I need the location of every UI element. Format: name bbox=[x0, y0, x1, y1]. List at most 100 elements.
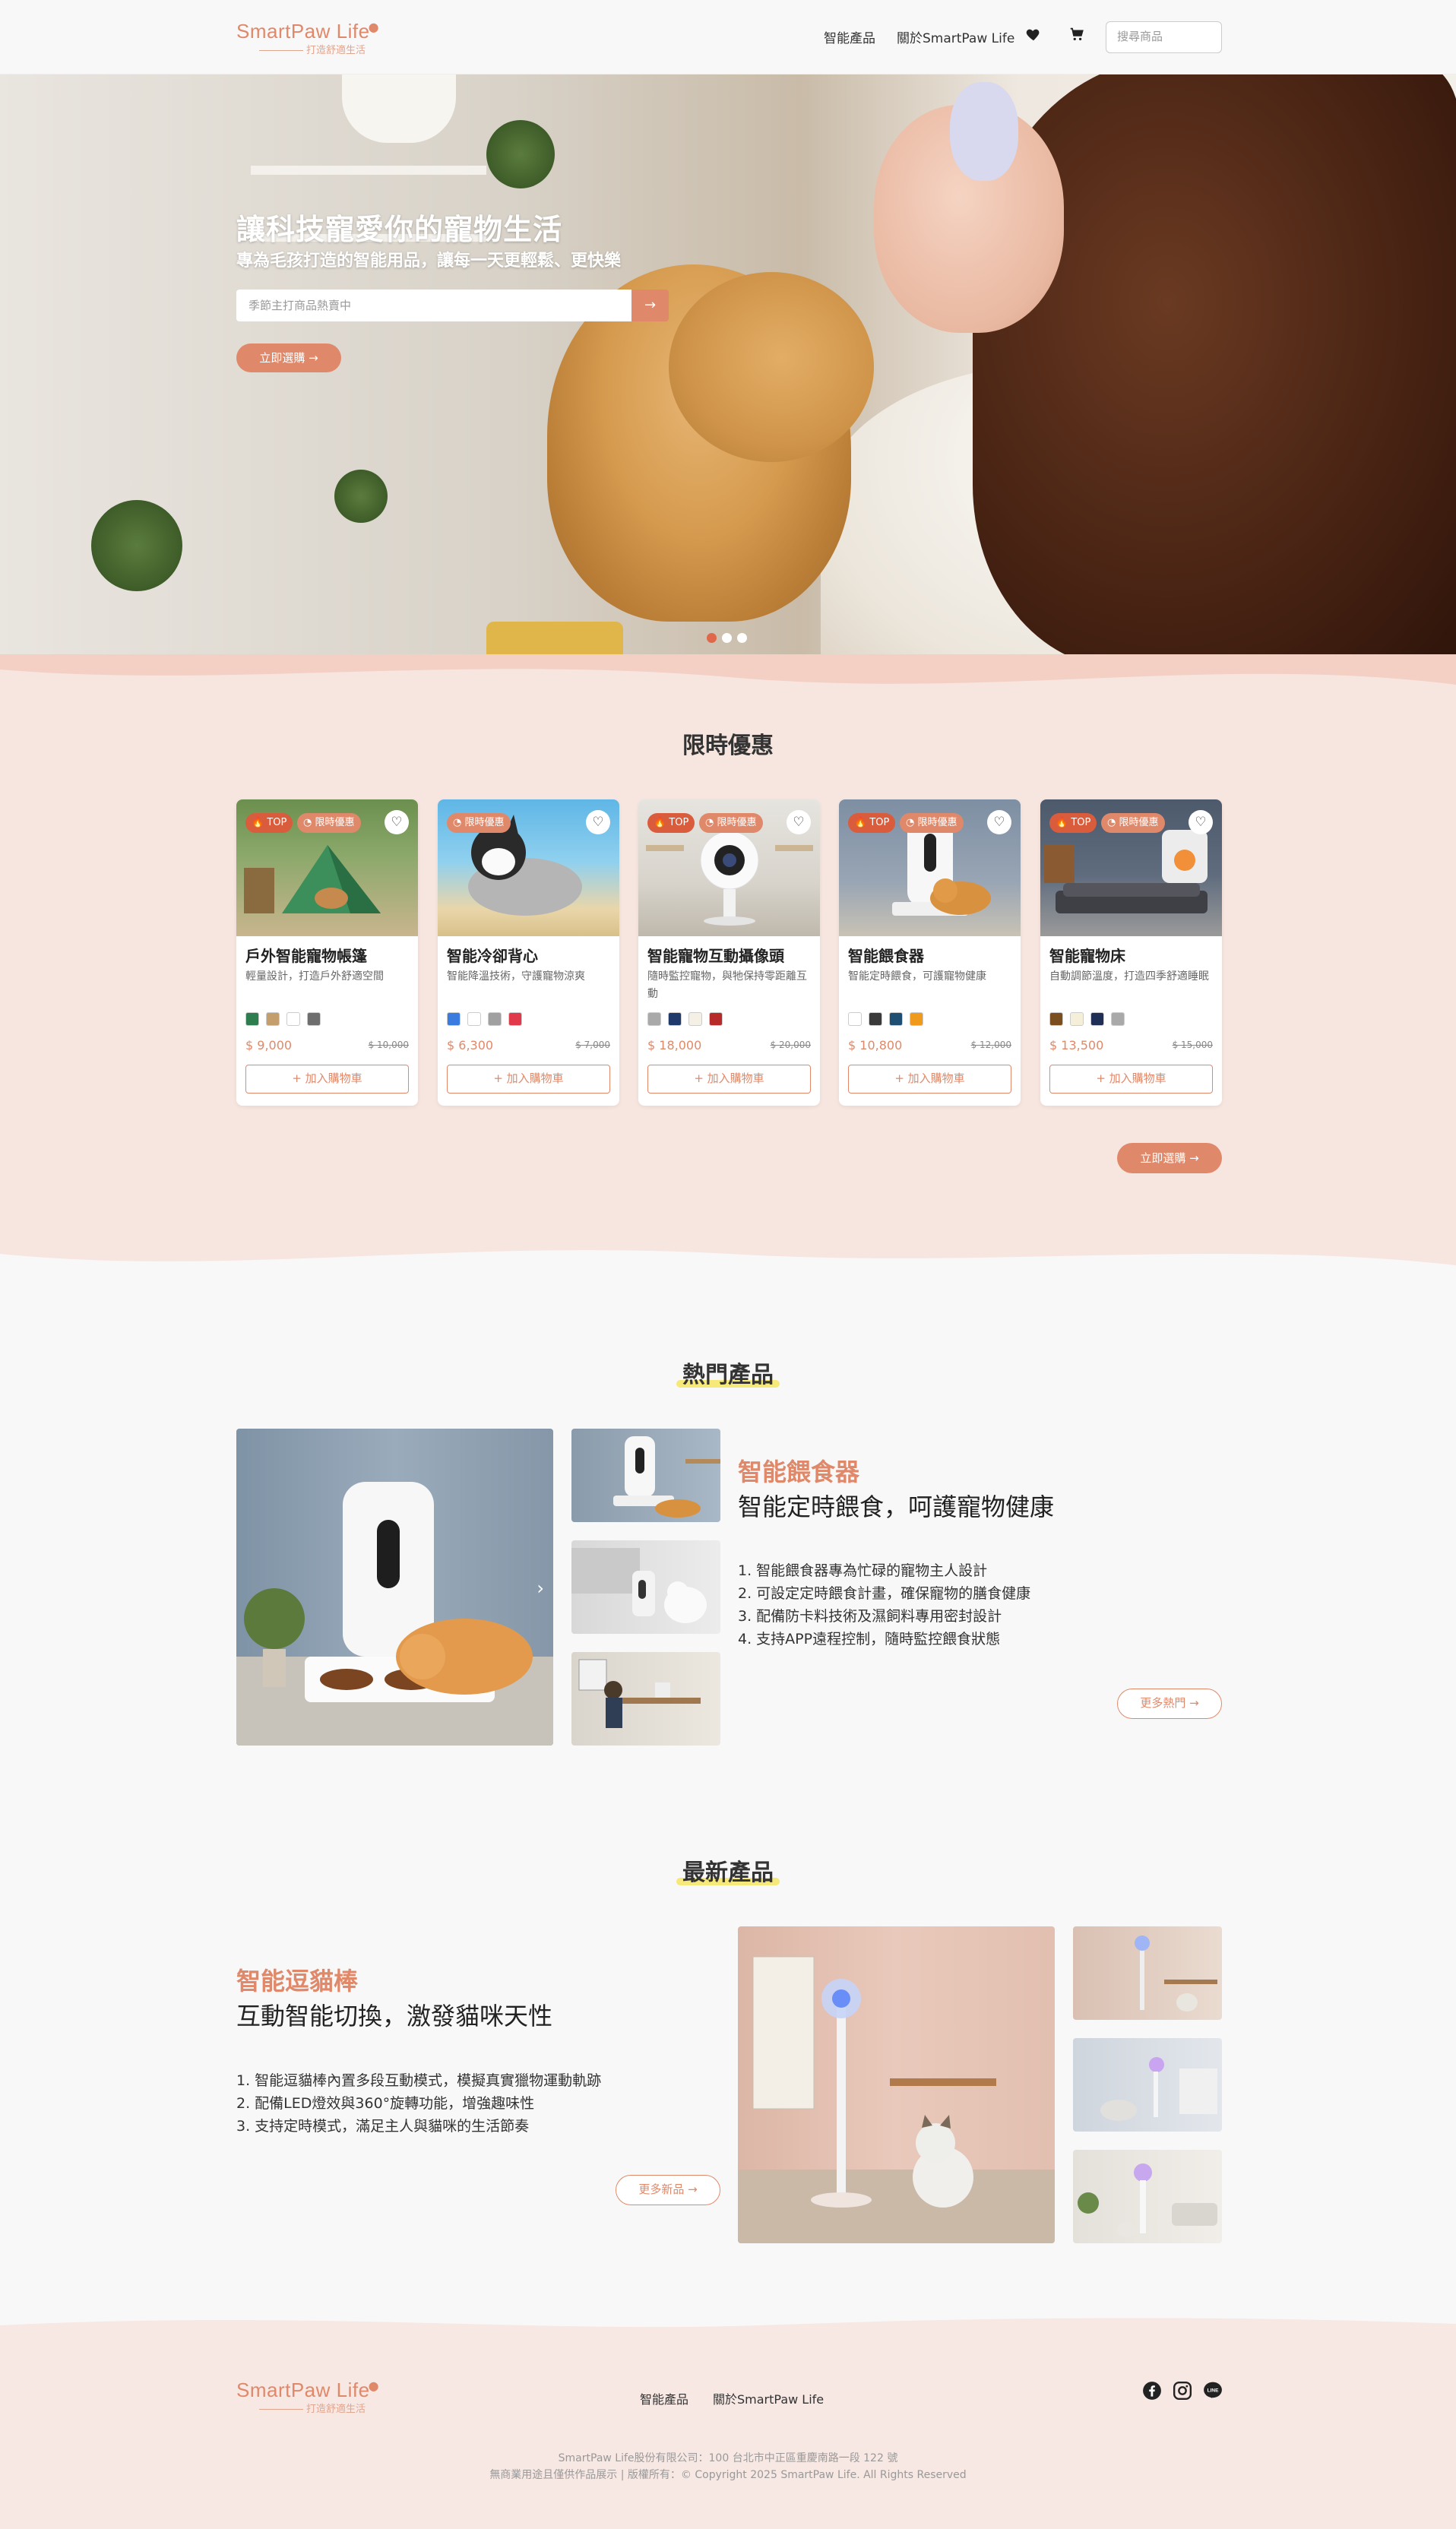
hot-feature-list: 1. 智能餵食器專為忙碌的寵物主人設計 2. 可設定定時餵食計畫，確保寵物的膳食… bbox=[738, 1559, 1030, 1651]
hot-thumb-image[interactable] bbox=[571, 1652, 720, 1746]
wishlist-heart-icon[interactable]: ♡ bbox=[1189, 810, 1213, 834]
feature-item: 3. 支持定時模式，滿足主人與貓咪的生活節奏 bbox=[236, 2118, 530, 2135]
product-card[interactable]: 🔥 TOP ◔ 限時優惠 ♡ 智能餵食器 智能定時餵食，可護寵物健康 $ 10,… bbox=[839, 799, 1021, 1106]
sale-cta-button[interactable]: 立即選購 → bbox=[1117, 1143, 1222, 1173]
color-swatch[interactable] bbox=[889, 1012, 903, 1026]
product-price: $ 10,800 bbox=[848, 1038, 903, 1052]
feature-item: 2. 配備LED燈效與360°旋轉功能，增強趣味性 bbox=[236, 2095, 535, 2112]
color-swatch[interactable] bbox=[869, 1012, 882, 1026]
hero-cta-button[interactable]: 立即選購 → bbox=[236, 343, 341, 372]
brand-logo[interactable]: SmartPaw Life● 打造舒適生活 bbox=[236, 20, 381, 58]
add-to-cart-button[interactable]: + 加入購物車 bbox=[1049, 1065, 1213, 1094]
add-to-cart-button[interactable]: + 加入購物車 bbox=[245, 1065, 409, 1094]
color-swatch[interactable] bbox=[307, 1012, 321, 1026]
product-name[interactable]: 智能寵物互動攝像頭 bbox=[647, 944, 784, 966]
wishlist-heart-icon[interactable]: ♡ bbox=[987, 810, 1011, 834]
hot-product-subtitle: 智能定時餵食，呵護寵物健康 bbox=[738, 1492, 1055, 1521]
color-swatch[interactable] bbox=[1070, 1012, 1084, 1026]
product-price: $ 13,500 bbox=[1049, 1038, 1104, 1052]
color-swatch[interactable] bbox=[1049, 1012, 1063, 1026]
product-card[interactable]: 🔥 TOP ◔ 限時優惠 ♡ 戶外智能寵物帳篷 輕量設計，打造戶外舒適空間 $ … bbox=[236, 799, 418, 1106]
color-swatch[interactable] bbox=[245, 1012, 259, 1026]
add-to-cart-button[interactable]: + 加入購物車 bbox=[447, 1065, 610, 1094]
hero-subtitle: 專為毛孩打造的智能用品，讓每一天更輕鬆、更快樂 bbox=[236, 252, 622, 271]
hot-thumb-image[interactable] bbox=[571, 1540, 720, 1634]
hero-title: 讓科技寵愛你的寵物生活 bbox=[236, 213, 563, 246]
color-swatch[interactable] bbox=[848, 1012, 862, 1026]
footer-link-about[interactable]: 關於SmartPaw Life bbox=[713, 2389, 824, 2407]
add-to-cart-button[interactable]: + 加入購物車 bbox=[647, 1065, 811, 1094]
color-swatch[interactable] bbox=[668, 1012, 682, 1026]
color-swatch[interactable] bbox=[1090, 1012, 1104, 1026]
header-search-input[interactable]: 搜尋商品 bbox=[1106, 21, 1222, 53]
product-name[interactable]: 智能寵物床 bbox=[1049, 944, 1125, 966]
cart-icon[interactable] bbox=[1068, 26, 1085, 43]
footer-brand-logo[interactable]: SmartPaw Life● 打造舒適生活 bbox=[236, 2379, 381, 2417]
footer-link-products[interactable]: 智能產品 bbox=[640, 2389, 688, 2407]
product-card[interactable]: 🔥 TOP ◔ 限時優惠 ♡ 智能寵物床 自動調節溫度，打造四季舒適睡眠 $ 1… bbox=[1040, 799, 1222, 1106]
new-title-text: 最新產品 bbox=[676, 1853, 780, 1887]
carousel-dot[interactable] bbox=[722, 633, 732, 643]
heart-icon[interactable] bbox=[1025, 26, 1042, 43]
color-swatch[interactable] bbox=[647, 1012, 661, 1026]
instagram-icon[interactable] bbox=[1173, 2381, 1192, 2401]
color-swatch[interactable] bbox=[447, 1012, 461, 1026]
new-main-image[interactable] bbox=[738, 1926, 1055, 2243]
product-name[interactable]: 智能餵食器 bbox=[848, 944, 924, 966]
hero-dog-head bbox=[669, 272, 874, 462]
hot-main-image[interactable]: › bbox=[236, 1429, 553, 1746]
hot-thumb-image[interactable] bbox=[571, 1429, 720, 1522]
line-icon[interactable]: LINE bbox=[1203, 2381, 1223, 2401]
product-name[interactable]: 戶外智能寵物帳篷 bbox=[245, 944, 367, 966]
new-thumb-image[interactable] bbox=[1073, 2150, 1222, 2243]
feature-item: 1. 智能餵食器專為忙碌的寵物主人設計 bbox=[738, 1562, 988, 1579]
add-to-cart-button[interactable]: + 加入購物車 bbox=[848, 1065, 1011, 1094]
product-name[interactable]: 智能冷卻背心 bbox=[447, 944, 538, 966]
feature-item: 1. 智能逗貓棒內置多段互動模式，模擬真實獵物運動軌跡 bbox=[236, 2072, 602, 2089]
more-new-button[interactable]: 更多新品 → bbox=[616, 2175, 720, 2205]
wishlist-heart-icon[interactable]: ♡ bbox=[586, 810, 610, 834]
new-thumb-image[interactable] bbox=[1073, 1926, 1222, 2020]
product-card[interactable]: ◔ 限時優惠 ♡ 智能冷卻背心 智能降溫技術，守護寵物涼爽 $ 6,300 $ … bbox=[438, 799, 619, 1106]
wishlist-heart-icon[interactable]: ♡ bbox=[787, 810, 811, 834]
hero-banner bbox=[0, 74, 1456, 654]
color-swatch[interactable] bbox=[286, 1012, 300, 1026]
color-swatch[interactable] bbox=[508, 1012, 522, 1026]
color-swatch[interactable] bbox=[467, 1012, 481, 1026]
color-swatch[interactable] bbox=[1111, 1012, 1125, 1026]
color-swatch[interactable] bbox=[910, 1012, 923, 1026]
feature-item: 2. 可設定定時餵食計畫，確保寵物的膳食健康 bbox=[738, 1585, 1031, 1602]
nav-about[interactable]: 關於SmartPaw Life bbox=[897, 27, 1014, 46]
hero-search-input[interactable]: 季節主打商品熱賣中 bbox=[236, 290, 631, 321]
paw-icon: ● bbox=[368, 20, 379, 34]
nav-products[interactable]: 智能產品 bbox=[824, 27, 875, 46]
hot-title-text: 熱門產品 bbox=[676, 1356, 780, 1389]
color-swatch[interactable] bbox=[266, 1012, 280, 1026]
wave-divider bbox=[0, 1250, 1456, 1277]
more-hot-button[interactable]: 更多熱門 → bbox=[1117, 1689, 1222, 1719]
product-old-price: $ 10,000 bbox=[368, 1040, 409, 1050]
wishlist-heart-icon[interactable]: ♡ bbox=[385, 810, 409, 834]
badge-sale: ◔ 限時優惠 bbox=[297, 813, 361, 833]
paw-icon: ● bbox=[368, 2379, 379, 2393]
color-swatch[interactable] bbox=[709, 1012, 723, 1026]
new-product-subtitle: 互動智能切換，激發貓咪天性 bbox=[236, 2002, 553, 2030]
hero-shelf bbox=[251, 166, 486, 175]
new-thumb-image[interactable] bbox=[1073, 2038, 1222, 2132]
badge-sale: ◔ 限時優惠 bbox=[1101, 813, 1165, 833]
color-swatches bbox=[447, 1012, 522, 1026]
color-swatch[interactable] bbox=[488, 1012, 502, 1026]
brand-tagline: 打造舒適生活 bbox=[259, 42, 366, 56]
arrow-right-icon: → bbox=[644, 297, 657, 313]
facebook-icon[interactable] bbox=[1142, 2381, 1162, 2401]
product-desc: 智能定時餵食，可護寵物健康 bbox=[848, 970, 986, 983]
chevron-right-icon[interactable]: › bbox=[537, 1578, 544, 1599]
carousel-dot[interactable] bbox=[737, 633, 747, 643]
hero-search-button[interactable]: → bbox=[631, 290, 669, 321]
color-swatch[interactable] bbox=[688, 1012, 702, 1026]
hot-section-title: 熱門產品 bbox=[652, 1356, 804, 1389]
color-swatches bbox=[245, 1012, 321, 1026]
product-desc: 隨時監控寵物，與牠保持零距離互動 bbox=[647, 970, 807, 1000]
carousel-dot[interactable] bbox=[707, 633, 717, 643]
product-card[interactable]: 🔥 TOP ◔ 限時優惠 ♡ 智能寵物互動攝像頭 隨時監控寵物，與牠保持零距離互… bbox=[638, 799, 820, 1106]
